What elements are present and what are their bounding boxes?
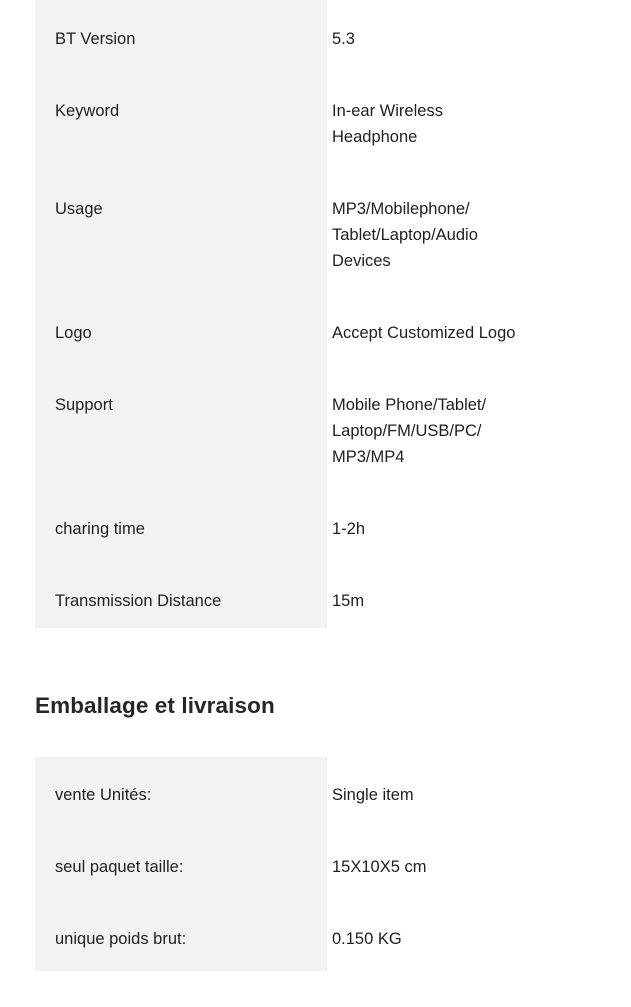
table-row: Logo Accept Customized Logo (0, 320, 631, 346)
specifications-rows: BT Version 5.3 Keyword In-ear Wireless H… (0, 0, 631, 614)
table-row: vente Unités: Single item (0, 782, 631, 808)
table-row: seul paquet taille: 15X10X5 cm (0, 854, 631, 880)
spec-value: In-ear Wireless Headphone (332, 102, 443, 146)
spec-label: charing time (55, 520, 145, 538)
spec-label: Support (55, 396, 113, 414)
spec-label: BT Version (55, 30, 136, 48)
table-row: Support Mobile Phone/Tablet/ Laptop/FM/U… (0, 392, 631, 470)
spec-label: seul paquet taille: (55, 858, 184, 876)
spec-value: 1-2h (332, 520, 366, 538)
spec-value: 5.3 (332, 30, 355, 48)
table-row: Keyword In-ear Wireless Headphone (0, 98, 631, 150)
spec-value: MP3/Mobilephone/ Tablet/Laptop/Audio Dev… (332, 200, 478, 270)
product-detail-page: BT Version 5.3 Keyword In-ear Wireless H… (0, 0, 631, 1007)
spec-value: Single item (332, 786, 414, 804)
spec-label: Keyword (55, 102, 120, 120)
table-row: Transmission Distance 15m (0, 588, 631, 614)
spec-value: Mobile Phone/Tablet/ Laptop/FM/USB/PC/ M… (332, 396, 487, 466)
table-row: unique poids brut: 0.150 KG (0, 926, 631, 952)
table-row: Usage MP3/Mobilephone/ Tablet/Laptop/Aud… (0, 196, 631, 274)
packaging-rows: vente Unités: Single item seul paquet ta… (0, 757, 631, 952)
spec-value: 0.150 KG (332, 930, 402, 948)
spec-label: Usage (55, 200, 103, 218)
packaging-table: vente Unités: Single item seul paquet ta… (0, 757, 631, 971)
spec-label: Transmission Distance (55, 592, 222, 610)
packaging-section-heading: Emballage et livraison (35, 693, 275, 718)
spec-label: unique poids brut: (55, 930, 187, 948)
table-row: charing time 1-2h (0, 516, 631, 542)
spec-value: Accept Customized Logo (332, 324, 516, 342)
spec-value: 15m (332, 592, 365, 610)
table-row: BT Version 5.3 (0, 26, 631, 52)
specifications-table: BT Version 5.3 Keyword In-ear Wireless H… (0, 0, 631, 628)
spec-label: vente Unités: (55, 786, 152, 804)
spec-value: 15X10X5 cm (332, 858, 427, 876)
spec-label: Logo (55, 324, 92, 342)
